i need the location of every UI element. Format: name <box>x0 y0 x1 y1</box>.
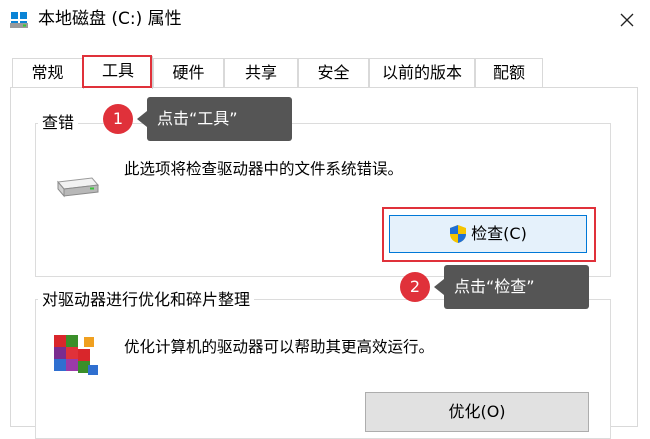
defragment-icon <box>54 335 98 375</box>
optimize-description: 优化计算机的驱动器可以帮助其更高效运行。 <box>124 338 435 356</box>
callout-2: 点击“检查” <box>444 265 589 309</box>
error-checking-title: 查错 <box>38 113 79 133</box>
close-icon <box>620 13 634 27</box>
close-button[interactable] <box>604 0 650 40</box>
tools-tab-highlight <box>82 55 152 88</box>
tab-general[interactable]: 常规 <box>12 58 83 87</box>
step-1-badge: 1 <box>103 104 133 134</box>
tab-quota[interactable]: 配额 <box>475 58 543 87</box>
window-title: 本地磁盘 (C:) 属性 <box>38 9 182 29</box>
tab-sharing[interactable]: 共享 <box>224 58 298 87</box>
tab-hardware[interactable]: 硬件 <box>153 58 224 87</box>
tab-security[interactable]: 安全 <box>298 58 369 87</box>
optimize-button[interactable]: 优化(O) <box>365 392 589 432</box>
error-checking-description: 此选项将检查驱动器中的文件系统错误。 <box>124 160 404 178</box>
hard-drive-icon <box>57 177 99 198</box>
callout-1-arrow <box>137 111 147 127</box>
callout-1: 点击“工具” <box>147 97 292 141</box>
callout-2-arrow <box>434 279 444 295</box>
title-bar: 本地磁盘 (C:) 属性 <box>0 0 650 40</box>
tab-previous-versions[interactable]: 以前的版本 <box>369 58 475 87</box>
optimize-title: 对驱动器进行优化和碎片整理 <box>38 290 255 310</box>
drive-icon <box>10 12 28 28</box>
step-2-badge: 2 <box>400 272 430 302</box>
check-button-highlight <box>382 207 596 262</box>
